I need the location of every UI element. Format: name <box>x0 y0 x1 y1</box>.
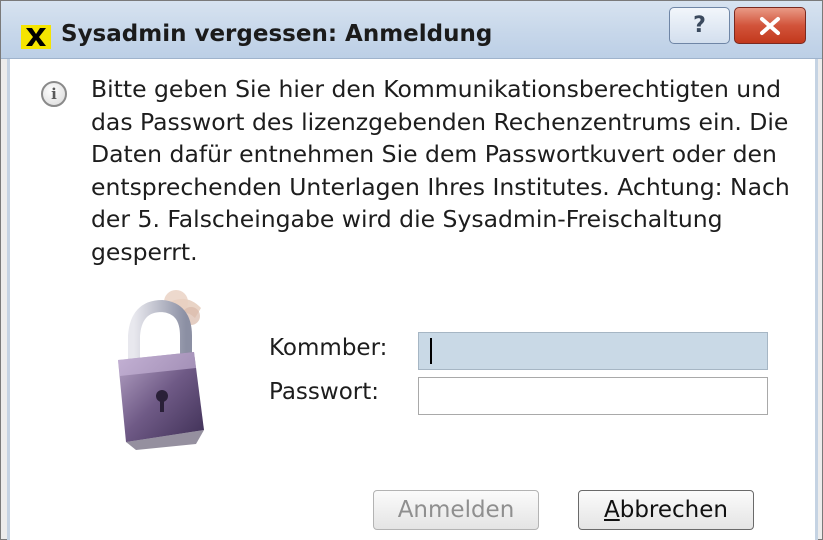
window-title: Sysadmin vergessen: Anmeldung <box>61 21 493 47</box>
anmelden-button[interactable]: Anmelden <box>373 490 539 530</box>
abbrechen-mnemonic: A <box>604 497 620 523</box>
padlock-icon <box>118 290 204 450</box>
passwort-label: Passwort: <box>269 379 380 405</box>
kommber-input[interactable] <box>418 332 768 370</box>
abbrechen-button[interactable]: Abbrechen <box>578 490 754 530</box>
dialog-window: Sysadmin vergessen: Anmeldung ? i Bitte … <box>0 0 823 540</box>
kommber-label: Kommber: <box>269 335 388 361</box>
help-button[interactable]: ? <box>669 7 730 44</box>
title-bar[interactable]: Sysadmin vergessen: Anmeldung ? <box>1 1 822 59</box>
info-message: Bitte geben Sie hier den Kommunikationsb… <box>91 75 790 266</box>
info-icon: i <box>41 81 67 107</box>
text-caret <box>430 338 432 364</box>
close-button[interactable] <box>734 7 806 44</box>
app-logo-icon <box>21 25 51 49</box>
close-icon <box>760 16 780 35</box>
abbrechen-label-rest: bbrechen <box>619 497 728 523</box>
passwort-input[interactable] <box>418 377 768 415</box>
help-icon: ? <box>693 13 706 38</box>
